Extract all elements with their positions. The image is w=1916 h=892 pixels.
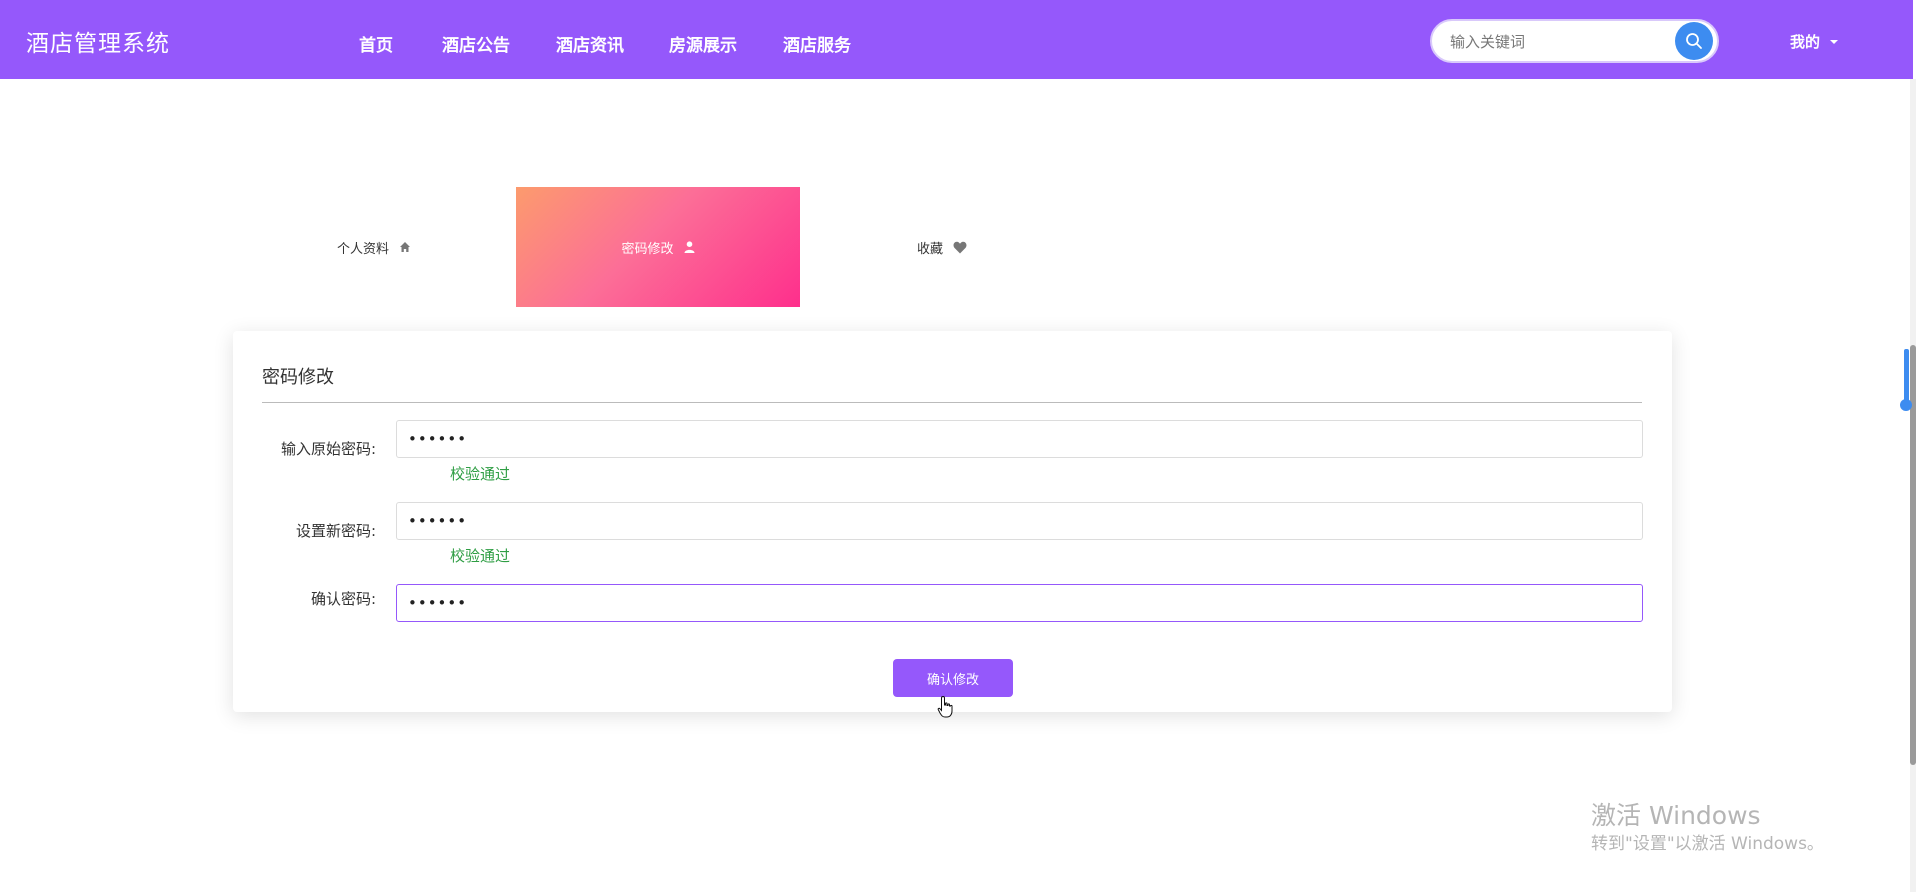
confirm-password-label: 确认密码:: [310, 590, 376, 608]
nav-services[interactable]: 酒店服务: [783, 31, 851, 56]
confirm-change-button[interactable]: 确认修改: [893, 659, 1013, 697]
nav-rooms[interactable]: 房源展示: [669, 31, 737, 56]
heart-icon: [953, 241, 967, 253]
user-menu-label: 我的: [1790, 33, 1821, 51]
search-icon: [1686, 33, 1702, 49]
chevron-down-icon: [1830, 39, 1839, 44]
user-icon: [684, 241, 694, 253]
new-password-label: 设置新密码:: [295, 522, 376, 540]
hand-cursor-icon: [937, 695, 953, 718]
password-change-card: 密码修改 输入原始密码: 校验通过 设置新密码: 校验通过 确认密码: 确认修改: [233, 331, 1672, 712]
new-password-valid-message: 校验通过: [450, 547, 511, 565]
nav-announcements[interactable]: 酒店公告: [442, 31, 510, 56]
nav-news[interactable]: 酒店资讯: [556, 31, 624, 56]
tab-favorites-label: 收藏: [916, 241, 943, 257]
windows-activation-hint: 转到"设置"以激活 Windows。: [1591, 834, 1824, 854]
home-icon: [400, 242, 410, 252]
scroll-indicator-dot: [1900, 399, 1912, 411]
top-navigation-bar: 酒店管理系统 首页 酒店公告 酒店资讯 房源展示 酒店服务 我的: [0, 0, 1913, 79]
search-input[interactable]: [1448, 21, 1662, 63]
old-password-field[interactable]: [396, 420, 1643, 458]
search-button[interactable]: [1675, 22, 1713, 60]
tab-password[interactable]: 密码修改: [516, 187, 800, 307]
tab-favorites[interactable]: 收藏: [800, 187, 1084, 307]
tab-profile-label: 个人资料: [336, 241, 389, 257]
confirm-password-field[interactable]: [396, 584, 1643, 622]
card-title: 密码修改: [262, 367, 334, 388]
new-password-field[interactable]: [396, 502, 1643, 540]
old-password-valid-message: 校验通过: [450, 465, 511, 483]
brand-title[interactable]: 酒店管理系统: [26, 24, 170, 58]
nav-home[interactable]: 首页: [359, 31, 393, 56]
user-menu[interactable]: 我的: [1790, 31, 1839, 52]
old-password-label: 输入原始密码:: [280, 440, 376, 458]
tab-profile[interactable]: 个人资料: [232, 187, 516, 307]
tab-password-label: 密码修改: [621, 241, 674, 257]
search-box: [1430, 19, 1719, 63]
card-divider: [262, 402, 1642, 403]
windows-activation-title: 激活 Windows: [1591, 801, 1761, 830]
